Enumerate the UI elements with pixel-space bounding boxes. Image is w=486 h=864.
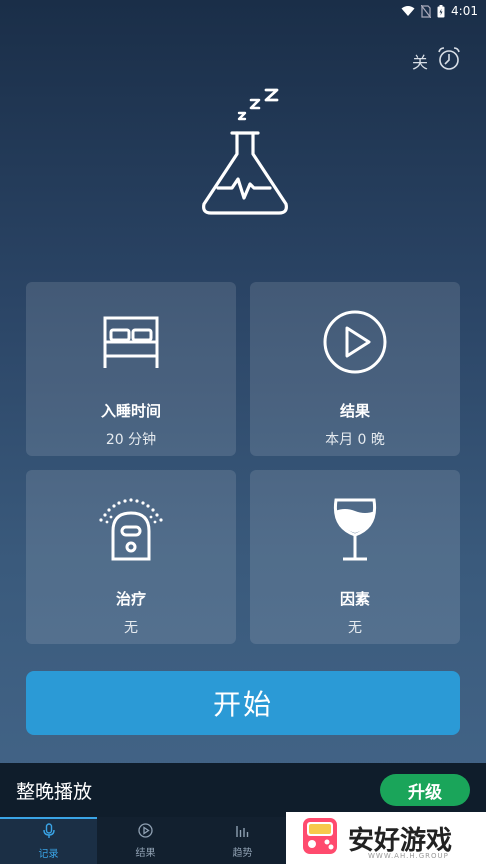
status-time: 4:01 <box>451 4 478 18</box>
game-console-logo-icon <box>300 816 340 860</box>
card-results[interactable]: 结果 本月 0 晚 <box>250 282 460 456</box>
nav-trends[interactable]: 趋势 <box>194 817 291 864</box>
card-subtitle: 20 分钟 <box>105 432 157 448</box>
play-circle-icon <box>138 822 153 841</box>
bar-chart-icon <box>235 823 250 841</box>
play-all-night-label: 整晚播放 <box>16 780 93 803</box>
nav-label: 趋势 <box>232 847 253 859</box>
sleeping-flask-icon <box>190 86 300 221</box>
nav-label: 结果 <box>135 847 156 859</box>
alarm-toggle[interactable]: 关 <box>412 46 462 76</box>
mic-icon <box>42 823 55 842</box>
wifi-icon <box>401 5 415 17</box>
card-title: 治疗 <box>115 590 146 608</box>
wine-glass-icon <box>330 498 380 562</box>
card-title: 因素 <box>339 590 370 608</box>
nav-record[interactable]: 记录 <box>0 817 97 864</box>
card-title: 入睡时间 <box>100 402 161 420</box>
alarm-clock-icon <box>436 46 462 76</box>
bed-icon <box>99 310 163 374</box>
play-all-night-bar: 整晚播放 升级 <box>0 763 486 817</box>
alarm-label: 关 <box>411 53 428 72</box>
status-bar: 4:01 <box>0 0 486 22</box>
watermark-subtext: WWW.AH.H.GROUP <box>368 852 449 860</box>
nav-label: 记录 <box>38 849 59 860</box>
card-sleep-time[interactable]: 入睡时间 20 分钟 <box>26 282 236 456</box>
play-circle-icon <box>322 310 388 374</box>
card-therapy[interactable]: 治疗 无 <box>26 470 236 644</box>
card-subtitle: 本月 0 晚 <box>325 432 385 448</box>
start-button[interactable]: 开始 <box>26 671 460 735</box>
humidifier-icon <box>97 498 165 562</box>
no-sim-icon <box>421 4 432 18</box>
nav-results[interactable]: 结果 <box>97 817 194 864</box>
battery-icon <box>437 4 445 18</box>
watermark-banner: 安好游戏 WWW.AH.H.GROUP <box>286 812 486 864</box>
card-title: 结果 <box>339 402 370 420</box>
card-subtitle: 无 <box>348 620 362 636</box>
card-factors[interactable]: 因素 无 <box>250 470 460 644</box>
watermark-text: 安好游戏 <box>348 825 453 856</box>
card-subtitle: 无 <box>124 620 138 636</box>
upgrade-button[interactable]: 升级 <box>380 774 470 806</box>
